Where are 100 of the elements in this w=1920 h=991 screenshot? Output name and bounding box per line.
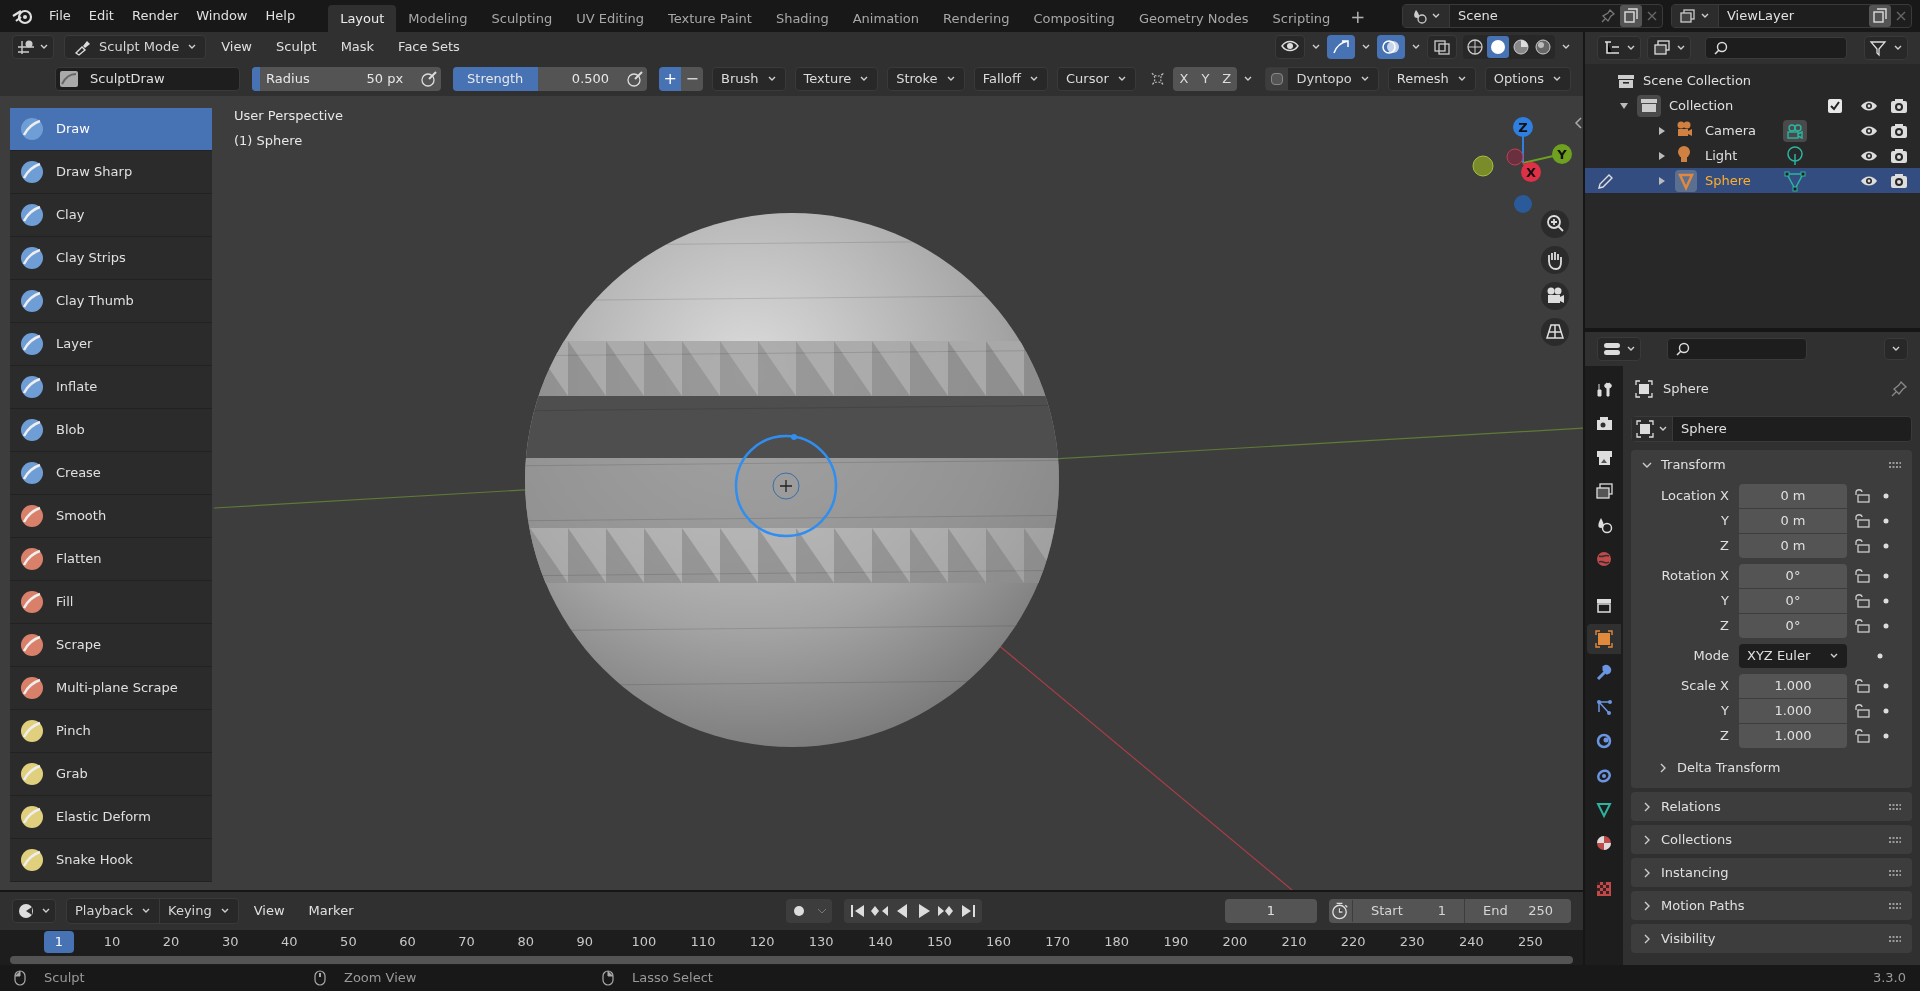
drag-handle-icon[interactable] [1888, 934, 1902, 943]
overlay-button[interactable] [1377, 35, 1405, 59]
keyframe-dot-icon[interactable] [1883, 708, 1889, 714]
brush-selector[interactable]: SculptDraw [55, 67, 241, 91]
menu-item[interactable]: File [40, 4, 80, 28]
unlocked-icon[interactable] [1853, 538, 1871, 554]
menu-item[interactable]: Window [187, 4, 257, 28]
subpanel-header[interactable]: Delta Transform [1631, 754, 1912, 782]
pressure-icon[interactable] [417, 67, 442, 91]
menu-dropdown[interactable]: Keying [160, 899, 238, 923]
number-field[interactable]: 1.000 [1739, 699, 1847, 723]
radius-slider[interactable]: Radius 50 px [252, 67, 418, 91]
dyntopo-checkbox[interactable] [1271, 73, 1284, 85]
menu-item[interactable]: Edit [79, 4, 123, 28]
menu-item[interactable]: Help [256, 4, 305, 28]
number-field[interactable]: 1.000 [1739, 724, 1847, 748]
zoom-icon[interactable] [1541, 210, 1569, 238]
dyntopo-dropdown[interactable]: Dyntopo [1265, 67, 1379, 91]
workspace-tab[interactable]: Modeling [396, 5, 480, 32]
view-layer-button[interactable] [1647, 36, 1691, 60]
unlocked-icon[interactable] [1853, 728, 1871, 744]
keyframe-dot-icon[interactable] [1883, 573, 1889, 579]
subtract-mode-button[interactable]: − [681, 67, 704, 91]
panel-header[interactable]: Motion Paths [1631, 891, 1912, 920]
disclosure-triangle-icon[interactable] [1657, 175, 1667, 186]
unlocked-icon[interactable] [1853, 618, 1871, 634]
workspace-tab[interactable]: Layout [328, 5, 397, 32]
menu-item[interactable]: Marker [299, 899, 363, 923]
menu-item[interactable]: Render [122, 4, 188, 28]
disclosure-triangle-icon[interactable] [1657, 125, 1667, 136]
rotation-mode-dropdown[interactable]: XYZ Euler [1739, 644, 1847, 668]
start-frame-field[interactable]: Start 1 [1353, 899, 1465, 923]
drag-handle-icon[interactable] [1888, 868, 1902, 877]
panel-header[interactable]: Transform [1631, 450, 1912, 480]
search-field[interactable] [1705, 37, 1847, 59]
menu-dropdown[interactable]: Remesh [1387, 67, 1476, 91]
hand-icon[interactable] [1541, 246, 1569, 274]
current-frame-field[interactable]: 1 [1225, 899, 1317, 923]
workspace-tab[interactable]: Shading [763, 5, 841, 32]
mesh-data-icon[interactable] [1783, 169, 1807, 192]
keyframe-dot-icon[interactable] [1883, 518, 1889, 524]
panel-header[interactable]: Visibility [1631, 924, 1912, 953]
disclosure-triangle-icon[interactable] [1619, 100, 1629, 111]
display-mode-button[interactable] [1597, 36, 1641, 60]
drag-handle-icon[interactable] [1888, 802, 1902, 811]
navigation-gizmo[interactable] [1472, 117, 1572, 213]
editor-type-button[interactable] [12, 35, 54, 59]
keyframe-dot-icon[interactable] [1883, 733, 1889, 739]
stopwatch-icon[interactable] [1329, 900, 1353, 922]
workspace-tab[interactable]: Texture Paint [656, 5, 764, 32]
camera-icon[interactable] [1541, 282, 1569, 310]
number-field[interactable]: 0° [1739, 614, 1847, 638]
blender-logo-icon[interactable] [12, 7, 34, 25]
menu-dropdown[interactable]: Texture [794, 67, 879, 91]
timeline-scrollbar[interactable] [10, 955, 1573, 964]
keyframe-dot-icon[interactable] [1883, 683, 1889, 689]
filter-button[interactable] [1864, 36, 1908, 60]
unlocked-icon[interactable] [1853, 568, 1871, 584]
gizmo-button[interactable] [1327, 35, 1355, 59]
pin-icon[interactable] [1890, 380, 1908, 398]
menu-item[interactable]: View [212, 35, 261, 59]
workspace-tab[interactable]: Sculpting [479, 5, 565, 32]
search-field[interactable] [1667, 338, 1807, 360]
workspace-tab[interactable]: Compositing [1021, 5, 1127, 32]
rendered-shading-icon[interactable] [1533, 37, 1553, 57]
outliner-row[interactable]: Light [1585, 143, 1920, 168]
menu-dropdown[interactable]: Playback [67, 899, 160, 923]
strength-slider[interactable]: Strength 0.500 [453, 67, 624, 91]
mode-dropdown[interactable]: Sculpt Mode [64, 35, 207, 59]
end-frame-field[interactable]: End 250 [1465, 899, 1571, 923]
unlocked-icon[interactable] [1853, 488, 1871, 504]
unlocked-icon[interactable] [1853, 703, 1871, 719]
editor-type-button[interactable] [12, 899, 56, 923]
menu-item[interactable]: Face Sets [389, 35, 469, 59]
number-field[interactable]: 0° [1739, 589, 1847, 613]
outliner-row[interactable]: Sphere [1585, 168, 1920, 193]
outliner-row[interactable]: Camera [1585, 118, 1920, 143]
camera-data-icon[interactable] [1783, 119, 1807, 142]
collapse-icon[interactable] [1573, 116, 1583, 130]
camera-icon[interactable] [1890, 122, 1908, 139]
unlocked-icon[interactable] [1853, 678, 1871, 694]
workspace-tab[interactable]: Scripting [1260, 5, 1343, 32]
solid-shading-icon[interactable] [1487, 36, 1509, 58]
panel-header[interactable]: Instancing [1631, 858, 1912, 887]
menu-item[interactable]: View [244, 899, 294, 923]
grid-icon[interactable] [1541, 318, 1569, 346]
add-workspace-button[interactable]: + [1342, 2, 1374, 30]
camera-icon[interactable] [1890, 147, 1908, 164]
checkbox[interactable] [1828, 98, 1842, 113]
panel-header[interactable]: Collections [1631, 825, 1912, 854]
menu-dropdown[interactable]: Options [1484, 67, 1571, 91]
keyframe-dot-icon[interactable] [1877, 653, 1883, 659]
number-field[interactable]: 1.000 [1739, 674, 1847, 698]
material-shading-icon[interactable] [1511, 37, 1531, 57]
drag-handle-icon[interactable] [1888, 901, 1902, 910]
menu-dropdown[interactable]: Stroke [887, 67, 965, 91]
object-type-button[interactable] [1632, 417, 1673, 441]
number-field[interactable]: 0 m [1739, 534, 1847, 558]
workspace-tab[interactable]: Geometry Nodes [1126, 5, 1261, 32]
menu-dropdown[interactable]: Brush [712, 67, 786, 91]
